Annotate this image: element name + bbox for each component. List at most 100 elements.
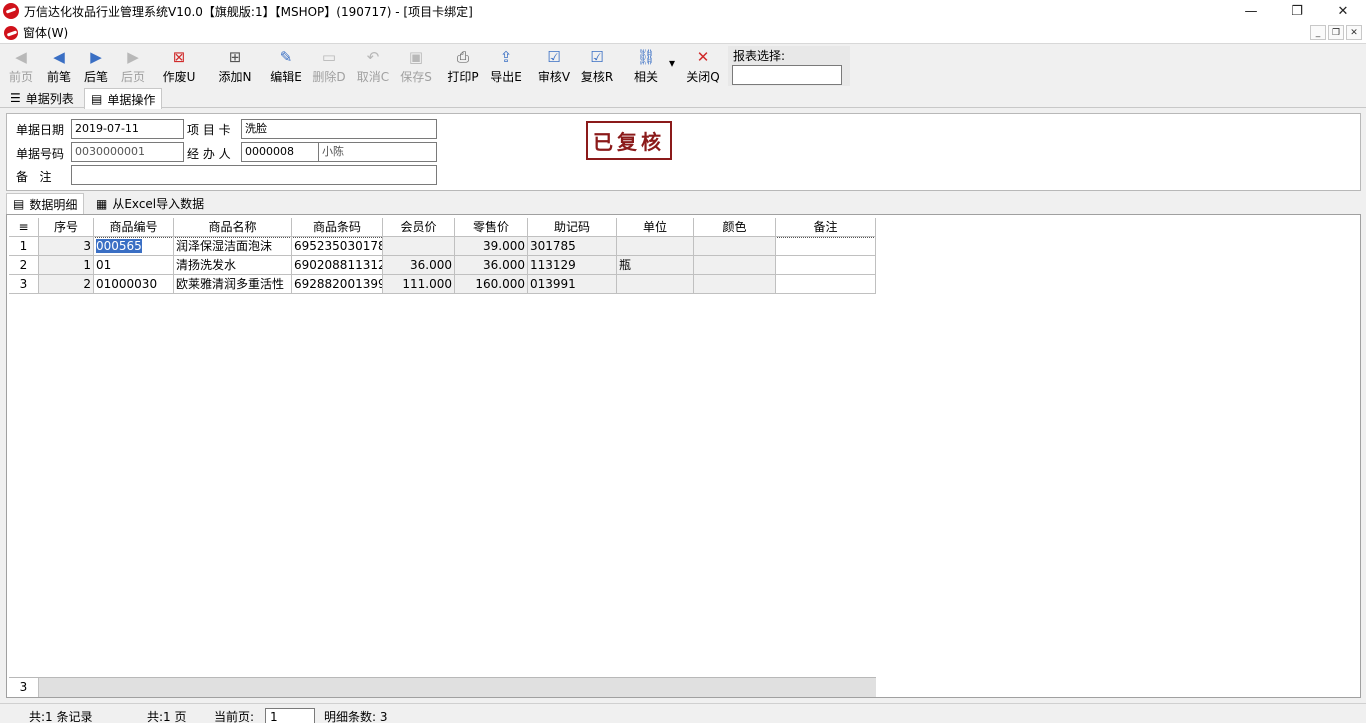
- table-row[interactable]: 3 2 01000030 欧莱雅清润多重活性 692882001399 111.…: [9, 275, 876, 294]
- cell-retail-price[interactable]: 160.000: [455, 275, 528, 294]
- spreadsheet-icon: ▦: [96, 196, 108, 211]
- delete-doc-icon: ▭: [321, 48, 337, 66]
- table-row[interactable]: 1 3 000565 润泽保湿洁面泡沫 695235030178 39.000 …: [9, 237, 876, 256]
- cell-member-price[interactable]: [383, 237, 455, 256]
- handler-code-field[interactable]: 0000008: [241, 142, 319, 162]
- maximize-button[interactable]: ❐: [1274, 0, 1320, 22]
- review-button[interactable]: ☑ 审核V: [535, 46, 573, 86]
- cell-unit[interactable]: [617, 237, 694, 256]
- void-button[interactable]: ⊠ 作废U: [160, 46, 198, 86]
- edit-button[interactable]: ✎ 编辑E: [267, 46, 305, 86]
- close-window-button[interactable]: ✕: [1320, 0, 1366, 22]
- table-row[interactable]: 2 1 01 清扬洗发水 690208811312 36.000 36.000 …: [9, 256, 876, 275]
- cell-name[interactable]: 欧莱雅清润多重活性: [174, 275, 292, 294]
- mdi-restore-button[interactable]: ❐: [1328, 25, 1344, 40]
- cell-code[interactable]: 01: [94, 256, 174, 275]
- tab-document-list[interactable]: ☰ 单据列表: [4, 88, 80, 108]
- prev-page-button[interactable]: ◀ 前页: [4, 46, 38, 86]
- list-icon: ☰: [10, 91, 21, 105]
- recheck-button[interactable]: ☑ 复核R: [578, 46, 616, 86]
- save-button[interactable]: ▣ 保存S: [397, 46, 435, 86]
- cell-unit[interactable]: [617, 275, 694, 294]
- next-record-button[interactable]: ▶ 后笔: [79, 46, 113, 86]
- cell-seq[interactable]: 1: [39, 256, 94, 275]
- header-barcode[interactable]: 商品条码: [292, 218, 383, 237]
- menu-window[interactable]: 窗体(W): [23, 24, 68, 41]
- cell-seq[interactable]: 2: [39, 275, 94, 294]
- remark-field[interactable]: [71, 165, 437, 185]
- cell-code[interactable]: 000565: [94, 237, 174, 256]
- cell-mnemonic[interactable]: 301785: [528, 237, 617, 256]
- number-label: 单据号码: [16, 147, 65, 161]
- export-button[interactable]: ⇪ 导出E: [487, 46, 525, 86]
- tab-document-operate[interactable]: ▤ 单据操作: [84, 88, 163, 109]
- header-unit[interactable]: 单位: [617, 218, 694, 237]
- toolbar: ◀ 前页 ◀ 前笔 ▶ 后笔 ▶ 后页 ⊠ 作废U ⊞ 添加N ✎ 编辑E ▭ …: [0, 43, 1366, 88]
- handler-name-field[interactable]: 小陈: [318, 142, 437, 162]
- cell-remark[interactable]: [776, 256, 876, 275]
- tab-data-detail[interactable]: ▤ 数据明细: [6, 193, 85, 214]
- header-retail-price[interactable]: 零售价: [455, 218, 528, 237]
- related-button[interactable]: ⛓ 相关: [628, 46, 664, 86]
- cell-seq[interactable]: 3: [39, 237, 94, 256]
- cancel-button[interactable]: ↶ 取消C: [354, 46, 392, 86]
- report-select-input[interactable]: [732, 65, 842, 85]
- menu-logo-icon: [4, 25, 18, 40]
- cell-barcode[interactable]: 695235030178: [292, 237, 383, 256]
- cell-code[interactable]: 01000030: [94, 275, 174, 294]
- grid-corner-icon[interactable]: ≡: [9, 218, 39, 237]
- header-seq[interactable]: 序号: [39, 218, 94, 237]
- grid-header-row: ≡ 序号 商品编号 商品名称 商品条码 会员价 零售价 助记码 单位 颜色 备注: [9, 218, 876, 237]
- date-field[interactable]: 2019-07-11: [71, 119, 184, 139]
- row-index: 3: [9, 275, 39, 294]
- cell-remark[interactable]: [776, 237, 876, 256]
- number-field[interactable]: 0030000001: [71, 142, 184, 162]
- recheck-icon: ☑: [590, 48, 604, 66]
- header-member-price[interactable]: 会员价: [383, 218, 455, 237]
- reviewed-stamp: 已复核: [586, 121, 672, 160]
- cell-mnemonic[interactable]: 013991: [528, 275, 617, 294]
- current-page-input[interactable]: 1: [265, 708, 315, 723]
- cell-barcode[interactable]: 692882001399: [292, 275, 383, 294]
- print-button[interactable]: ⎙ 打印P: [444, 46, 482, 86]
- cell-color[interactable]: [694, 275, 776, 294]
- cell-member-price[interactable]: 111.000: [383, 275, 455, 294]
- next-page-button[interactable]: ▶ 后页: [116, 46, 150, 86]
- close-form-button[interactable]: ✕ 关闭Q: [684, 46, 722, 86]
- cell-color[interactable]: [694, 237, 776, 256]
- cell-retail-price[interactable]: 36.000: [455, 256, 528, 275]
- date-label: 单据日期: [16, 123, 65, 137]
- window-title: 万信达化妆品行业管理系统V10.0【旗舰版:1】【MSHOP】(190717) …: [24, 4, 473, 19]
- left-arrow-icon: ◀: [53, 48, 65, 66]
- prev-record-button[interactable]: ◀ 前笔: [42, 46, 76, 86]
- mdi-close-button[interactable]: ✕: [1346, 25, 1362, 40]
- close-x-icon: ✕: [696, 48, 710, 66]
- header-code[interactable]: 商品编号: [94, 218, 174, 237]
- cell-unit[interactable]: 瓶: [617, 256, 694, 275]
- cell-mnemonic[interactable]: 113129: [528, 256, 617, 275]
- header-color[interactable]: 颜色: [694, 218, 776, 237]
- edit-pen-icon: ✎: [279, 48, 293, 66]
- detail-tabs: ▤ 数据明细 ▦ 从Excel导入数据: [6, 193, 1361, 214]
- cell-name[interactable]: 清扬洗发水: [174, 256, 292, 275]
- project-field[interactable]: 洗脸: [241, 119, 437, 139]
- header-name[interactable]: 商品名称: [174, 218, 292, 237]
- header-remark[interactable]: 备注: [776, 218, 876, 237]
- header-mnemonic[interactable]: 助记码: [528, 218, 617, 237]
- delete-button[interactable]: ▭ 删除D: [310, 46, 348, 86]
- mdi-minimize-button[interactable]: _: [1310, 25, 1326, 40]
- tab-excel-import[interactable]: ▦ 从Excel导入数据: [90, 193, 210, 214]
- cell-remark[interactable]: [776, 275, 876, 294]
- main-tabs: ☰ 单据列表 ▤ 单据操作: [0, 88, 1366, 109]
- cell-color[interactable]: [694, 256, 776, 275]
- document-form: 单据日期 2019-07-11 项 目 卡 洗脸 单据号码 0030000001…: [6, 113, 1361, 191]
- report-selector: 报表选择:: [728, 46, 850, 86]
- cell-barcode[interactable]: 690208811312: [292, 256, 383, 275]
- cell-name[interactable]: 润泽保湿洁面泡沫: [174, 237, 292, 256]
- add-button[interactable]: ⊞ 添加N: [216, 46, 254, 86]
- current-page-label: 当前页:: [214, 710, 255, 723]
- cell-retail-price[interactable]: 39.000: [455, 237, 528, 256]
- footer-row-count: 3: [9, 678, 39, 697]
- cell-member-price[interactable]: 36.000: [383, 256, 455, 275]
- minimize-button[interactable]: —: [1228, 0, 1274, 22]
